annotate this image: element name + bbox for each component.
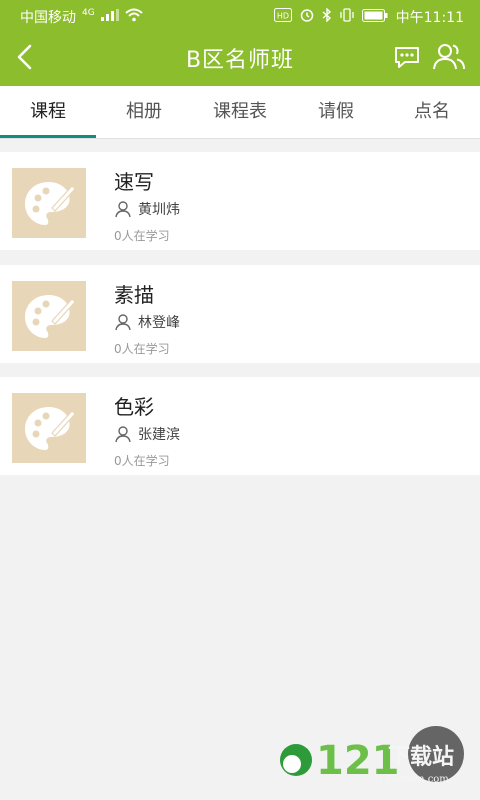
course-teacher: 林登峰	[114, 312, 180, 332]
course-thumbnail	[12, 168, 86, 238]
status-right: HD 中午11:11	[273, 7, 464, 27]
person-icon	[115, 314, 131, 331]
course-item[interactable]: 色彩 张建滨 0人在学习	[0, 377, 480, 475]
palette-icon	[25, 182, 76, 225]
learner-count: 0人在学习	[114, 454, 170, 468]
svg-text:HD: HD	[277, 12, 289, 21]
app-bar: B区名师班	[0, 30, 480, 86]
members-button[interactable]	[432, 42, 466, 72]
course-teacher: 黄圳炜	[114, 199, 180, 219]
svg-text:121down.com: 121down.com	[378, 774, 449, 785]
status-bar: 中国移动 4G HD 中午11:11	[0, 0, 480, 30]
watermark-logo: 121 下载站 121down.com	[276, 726, 466, 786]
status-time: 中午11:11	[395, 10, 464, 26]
tab-leave[interactable]: 请假	[288, 86, 384, 138]
chat-button[interactable]	[392, 42, 422, 72]
tab-album[interactable]: 相册	[96, 86, 192, 138]
bluetooth-icon	[322, 7, 332, 26]
tab-courses[interactable]: 课程	[0, 86, 96, 138]
teacher-name: 林登峰	[138, 315, 180, 331]
course-name: 速写	[114, 170, 154, 194]
person-icon	[115, 201, 131, 218]
learner-count: 0人在学习	[114, 229, 170, 243]
teacher-name: 张建滨	[138, 427, 180, 443]
tab-bar: 课程 相册 课程表 请假 点名	[0, 86, 480, 139]
course-name: 素描	[114, 283, 154, 307]
vibrate-icon	[339, 8, 354, 26]
tab-indicator	[0, 135, 96, 138]
battery-icon	[361, 8, 388, 26]
course-thumbnail	[12, 281, 86, 351]
teacher-name: 黄圳炜	[138, 202, 180, 218]
course-teacher: 张建滨	[114, 424, 180, 444]
people-icon	[433, 44, 465, 70]
course-item[interactable]: 素描 林登峰 0人在学习	[0, 265, 480, 363]
course-name: 色彩	[114, 395, 154, 419]
course-thumbnail	[12, 393, 86, 463]
learner-count: 0人在学习	[114, 342, 170, 356]
network-label: 4G	[82, 8, 95, 18]
wifi-icon	[125, 8, 143, 26]
course-item[interactable]: 速写 黄圳炜 0人在学习	[0, 152, 480, 250]
alarm-icon	[300, 8, 314, 26]
status-left: 中国移动 4G	[20, 7, 143, 27]
carrier-label: 中国移动	[20, 10, 76, 26]
palette-icon	[25, 407, 76, 450]
chat-bubble-icon	[395, 47, 419, 68]
tab-rollcall[interactable]: 点名	[384, 86, 480, 138]
tab-schedule[interactable]: 课程表	[192, 86, 288, 138]
palette-icon	[25, 295, 76, 338]
signal-icon	[100, 9, 119, 25]
person-icon	[115, 426, 131, 443]
hd-icon: HD	[273, 8, 292, 26]
svg-text:下载站: 下载站	[388, 744, 454, 770]
